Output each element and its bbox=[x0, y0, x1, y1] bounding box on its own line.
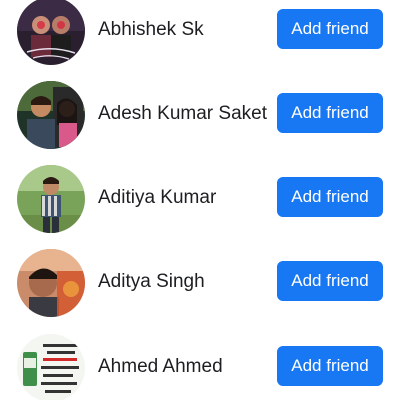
add-friend-button[interactable]: Add friend bbox=[277, 93, 383, 133]
friend-suggestion-item[interactable]: Abhishek Sk Add friend bbox=[0, 0, 400, 73]
friend-suggestions-list: Abhishek Sk Add friend Adesh Kumar Saket… bbox=[0, 0, 400, 400]
avatar[interactable] bbox=[17, 334, 85, 400]
friend-suggestion-item[interactable]: Ahmed Ahmed Add friend bbox=[0, 326, 400, 400]
friend-suggestion-item[interactable]: Aditya Singh Add friend bbox=[0, 241, 400, 325]
avatar[interactable] bbox=[17, 249, 85, 317]
profile-photo-icon bbox=[17, 81, 85, 149]
avatar[interactable] bbox=[17, 0, 85, 65]
profile-photo-icon bbox=[17, 0, 85, 65]
profile-photo-icon bbox=[17, 165, 85, 233]
add-friend-button[interactable]: Add friend bbox=[277, 261, 383, 301]
friend-name[interactable]: Abhishek Sk bbox=[98, 19, 204, 41]
add-friend-button[interactable]: Add friend bbox=[277, 9, 383, 49]
add-friend-button[interactable]: Add friend bbox=[277, 177, 383, 217]
avatar[interactable] bbox=[17, 81, 85, 149]
friend-name[interactable]: Ahmed Ahmed bbox=[98, 356, 223, 378]
profile-photo-icon bbox=[17, 249, 85, 317]
friend-name[interactable]: Aditya Singh bbox=[98, 271, 205, 293]
add-friend-button[interactable]: Add friend bbox=[277, 346, 383, 386]
avatar[interactable] bbox=[17, 165, 85, 233]
friend-name[interactable]: Aditiya Kumar bbox=[98, 187, 216, 209]
profile-photo-icon bbox=[17, 334, 85, 400]
friend-suggestion-item[interactable]: Adesh Kumar Saket Add friend bbox=[0, 73, 400, 157]
friend-name[interactable]: Adesh Kumar Saket bbox=[98, 103, 267, 125]
friend-suggestion-item[interactable]: Aditiya Kumar Add friend bbox=[0, 157, 400, 241]
